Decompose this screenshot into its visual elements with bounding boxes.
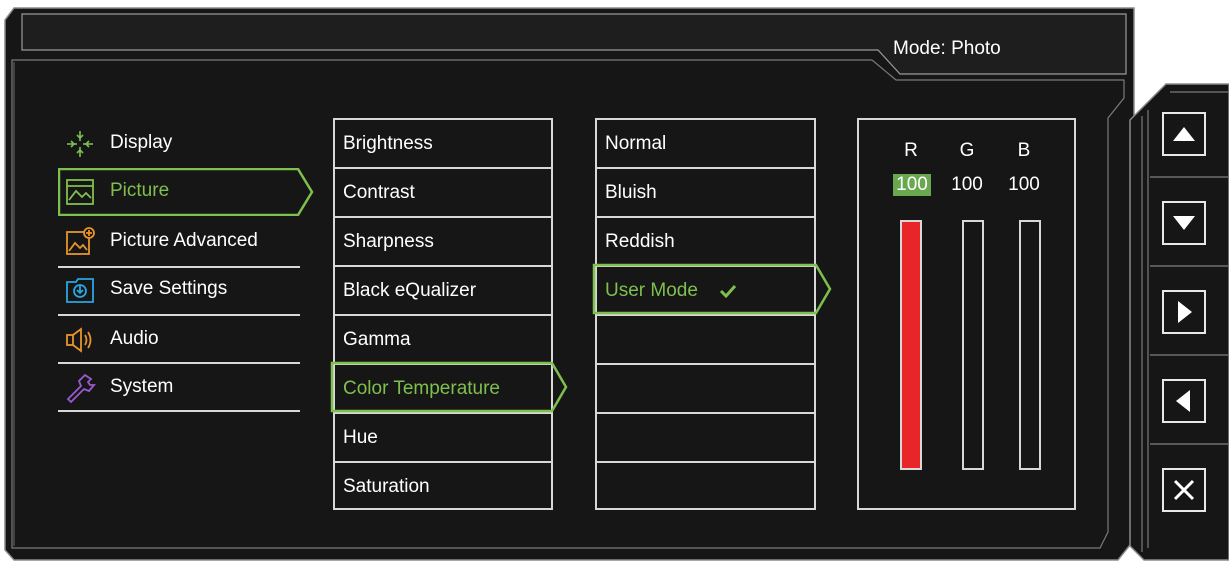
- channel-level: [902, 222, 920, 468]
- divider: [58, 410, 300, 412]
- channel-bar-r[interactable]: [900, 220, 922, 470]
- channel-label-r: R: [904, 140, 918, 161]
- divider: [597, 363, 814, 365]
- channel-value-b[interactable]: 100: [1004, 174, 1044, 196]
- mode-indicator: Mode: Photo: [893, 38, 1001, 59]
- divider: [58, 314, 300, 316]
- category-picture[interactable]: Picture: [58, 168, 314, 216]
- option-label: Sharpness: [343, 231, 434, 252]
- option-label: Contrast: [343, 182, 415, 203]
- option-label: Black eQualizer: [343, 280, 477, 301]
- category-label: Picture Advanced: [110, 230, 258, 251]
- category-label: Audio: [110, 328, 159, 349]
- category-display[interactable]: Display: [58, 120, 300, 168]
- category-label: Picture: [110, 180, 170, 201]
- category-system[interactable]: System: [58, 364, 300, 412]
- channel-value-g[interactable]: 100: [947, 174, 987, 196]
- option-label: Normal: [605, 133, 667, 154]
- option-sharpness[interactable]: Sharpness: [335, 218, 551, 267]
- category-save-settings[interactable]: Save Settings: [58, 266, 300, 314]
- channel-bar-b[interactable]: [1019, 220, 1041, 470]
- triangle-left-icon: [1176, 390, 1190, 412]
- option-label: Gamma: [343, 329, 411, 350]
- category-label: Display: [110, 132, 173, 153]
- picture-advanced-icon: [66, 227, 95, 255]
- left-button[interactable]: [1162, 379, 1206, 423]
- category-picture-advanced[interactable]: Picture Advanced: [58, 218, 300, 266]
- divider: [58, 362, 300, 364]
- channel-label-g: G: [959, 140, 975, 161]
- divider: [597, 461, 814, 463]
- divider: [58, 266, 300, 268]
- selection-outline: [58, 168, 314, 216]
- option-label: Reddish: [605, 231, 675, 252]
- option-label: Hue: [343, 427, 378, 448]
- option-hue[interactable]: Hue: [335, 414, 551, 463]
- display-icon: [67, 131, 93, 157]
- option-label: Saturation: [343, 476, 430, 497]
- option-brightness[interactable]: Brightness: [335, 120, 551, 169]
- option-label: Brightness: [343, 133, 433, 154]
- triangle-down-icon: [1173, 216, 1195, 230]
- picture-icon: [66, 179, 94, 205]
- audio-icon: [66, 327, 92, 353]
- channel-label-b: B: [1017, 140, 1031, 161]
- divider: [597, 412, 814, 414]
- channel-value-r[interactable]: 100: [893, 174, 931, 196]
- close-button[interactable]: [1162, 468, 1206, 512]
- close-icon: [1173, 479, 1195, 501]
- save-settings-icon: [66, 278, 94, 303]
- category-label: System: [110, 376, 174, 397]
- option-normal[interactable]: Normal: [597, 120, 814, 169]
- category-label: Save Settings: [110, 278, 228, 299]
- option-reddish[interactable]: Reddish: [597, 218, 814, 267]
- down-button[interactable]: [1162, 201, 1206, 245]
- picture-options-list: Brightness Contrast Sharpness Black eQua…: [333, 118, 553, 510]
- system-icon: [66, 373, 96, 404]
- right-button[interactable]: [1162, 290, 1206, 334]
- up-button[interactable]: [1162, 112, 1206, 156]
- option-black-equalizer[interactable]: Black eQualizer: [335, 267, 551, 316]
- triangle-up-icon: [1173, 127, 1195, 141]
- option-gamma[interactable]: Gamma: [335, 316, 551, 365]
- category-audio[interactable]: Audio: [58, 316, 300, 364]
- option-saturation[interactable]: Saturation: [335, 463, 551, 512]
- selection-outline: [330, 361, 568, 413]
- channel-bar-g[interactable]: [962, 220, 984, 470]
- triangle-right-icon: [1178, 301, 1192, 323]
- selection-outline: [592, 263, 832, 315]
- option-bluish[interactable]: Bluish: [597, 169, 814, 218]
- option-label: Bluish: [605, 182, 657, 203]
- option-contrast[interactable]: Contrast: [335, 169, 551, 218]
